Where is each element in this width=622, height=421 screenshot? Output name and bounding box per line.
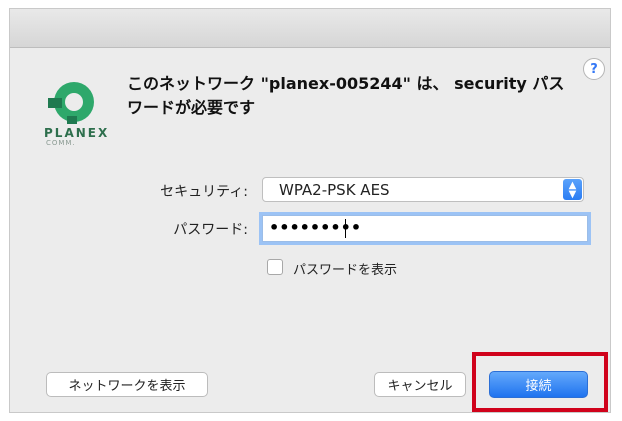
- password-field[interactable]: •••••••••: [262, 215, 588, 242]
- help-button[interactable]: ?: [583, 58, 605, 80]
- dialog-message: このネットワーク "planex-005244" は、 security パスワ…: [127, 74, 565, 117]
- logo-subtext: COMM.: [46, 139, 76, 147]
- password-label: パスワード:: [173, 222, 248, 238]
- security-select[interactable]: WPA2-PSK AES ▲ ▼: [262, 177, 584, 202]
- password-value: •••••••••: [269, 218, 362, 237]
- text-caret: [345, 219, 346, 238]
- highlight-box: [472, 352, 608, 412]
- show-password-checkbox[interactable]: [267, 259, 283, 275]
- security-select-value: WPA2-PSK AES: [279, 181, 390, 199]
- security-label: セキュリティ:: [160, 184, 248, 200]
- show-password-label[interactable]: パスワードを表示: [293, 259, 397, 278]
- help-icon: ?: [590, 61, 598, 77]
- cancel-button[interactable]: キャンセル: [374, 372, 466, 397]
- chevron-updown-icon[interactable]: ▲ ▼: [563, 179, 582, 200]
- show-networks-button[interactable]: ネットワークを表示: [46, 372, 208, 397]
- titlebar[interactable]: [10, 9, 610, 48]
- logo-text: PLANEX: [44, 126, 110, 140]
